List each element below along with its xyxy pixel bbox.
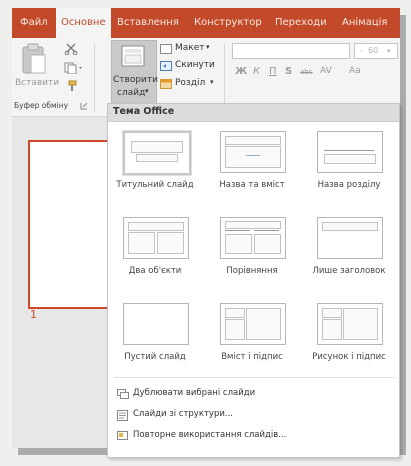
layout-section-header[interactable] xyxy=(317,131,383,173)
font-size-box[interactable]: - 60 ▾ xyxy=(354,43,398,59)
layout-content-with-caption[interactable] xyxy=(220,303,286,345)
new-slide-dropdown: Тема Office Титульний слайд Назва та вмі… xyxy=(107,103,400,458)
dialog-launcher-icon[interactable] xyxy=(80,102,88,110)
slide-thumbnail[interactable] xyxy=(28,140,112,309)
tab-design[interactable]: Конструктор xyxy=(194,8,262,38)
duplicate-icon xyxy=(117,389,129,399)
section-chevron-icon: ▾ xyxy=(210,78,214,86)
layout-label: Рисунок і підпис xyxy=(312,352,386,362)
layout-label: Порівняння xyxy=(226,266,278,276)
slides-from-outline-item[interactable]: Слайди зі структури... xyxy=(108,406,399,424)
layout-blank[interactable] xyxy=(123,303,189,345)
cut-icon[interactable] xyxy=(64,43,78,55)
layout-label: Титульний слайд xyxy=(116,180,194,190)
menu-separator xyxy=(114,377,395,378)
font-name-box[interactable] xyxy=(232,43,350,59)
clipboard-group-label: Буфер обміну xyxy=(14,101,69,110)
duplicate-slides-label: Дублювати вибрані слайди xyxy=(133,388,256,398)
slide-number: 1 xyxy=(30,308,37,321)
reuse-slides-label: Повторне використання слайдів... xyxy=(133,430,287,440)
reuse-icon xyxy=(117,431,128,440)
new-slide-button[interactable]: Створити слайд ▾ xyxy=(111,40,158,108)
layout-comparison[interactable] xyxy=(220,217,286,259)
duplicate-slides-item[interactable]: Дублювати вибрані слайди xyxy=(108,385,399,403)
tab-insert[interactable]: Вставлення xyxy=(117,8,179,38)
layout-picture-with-caption[interactable] xyxy=(317,303,383,345)
section-icon xyxy=(160,79,172,89)
italic-button[interactable]: К xyxy=(253,66,260,77)
layout-label: Лише заголовок xyxy=(312,266,386,276)
underline-button[interactable]: П xyxy=(269,66,277,77)
layout-label: Вміст і підпис xyxy=(221,352,283,362)
layout-icon xyxy=(160,44,172,54)
layout-label: Назва розділу xyxy=(317,180,381,190)
paste-icon[interactable] xyxy=(20,42,48,76)
ribbon-tab-bar: Файл Основне Вставлення Конструктор Пере… xyxy=(12,8,400,38)
layout-two-content[interactable] xyxy=(123,217,189,259)
section-button[interactable]: Розділ xyxy=(175,78,205,88)
strike-s-button[interactable]: S xyxy=(285,66,292,77)
reset-button[interactable]: Скинути xyxy=(175,60,215,70)
layout-label: Два об'єкти xyxy=(128,266,182,276)
theme-header: Тема Office xyxy=(108,104,399,122)
tab-transitions[interactable]: Переходи xyxy=(275,8,327,38)
tab-animations[interactable]: Анімація xyxy=(342,8,387,38)
change-case-button[interactable]: Aa xyxy=(349,66,361,76)
new-slide-label-1: Створити xyxy=(113,75,158,85)
paste-button[interactable]: Вставити xyxy=(15,78,59,88)
copy-icon[interactable] xyxy=(64,62,84,74)
bold-button[interactable]: Ж xyxy=(235,66,247,77)
char-spacing-button[interactable]: AV xyxy=(320,66,332,76)
layout-button[interactable]: Макет xyxy=(175,43,205,53)
layout-label: Пустий слайд xyxy=(124,352,186,362)
layout-title-slide[interactable] xyxy=(122,130,192,176)
font-size-value: 60 xyxy=(368,46,379,55)
chevron-down-icon: ▾ xyxy=(145,87,149,95)
tab-home[interactable]: Основне xyxy=(56,8,111,38)
new-slide-label-2: слайд xyxy=(117,88,146,98)
new-slide-icon xyxy=(121,45,145,67)
slides-from-outline-label: Слайди зі структури... xyxy=(133,409,233,419)
font-size-chevron: - xyxy=(359,46,362,55)
theme-title: Тема Office xyxy=(113,106,175,117)
layout-chevron-icon: ▾ xyxy=(206,43,210,51)
font-size-dropdown-icon: ▾ xyxy=(387,47,391,55)
outline-icon xyxy=(117,410,128,421)
tab-file[interactable]: Файл xyxy=(20,8,48,38)
ribbon-separator xyxy=(94,44,95,112)
layout-label: Назва та вміст xyxy=(219,180,285,190)
strikethrough-button[interactable]: abc xyxy=(300,68,313,76)
format-painter-icon[interactable] xyxy=(64,80,78,92)
layout-title-and-content[interactable] xyxy=(220,131,286,173)
ribbon-separator xyxy=(224,44,225,112)
reuse-slides-item[interactable]: Повторне використання слайдів... xyxy=(108,427,399,445)
layout-title-only[interactable] xyxy=(317,217,383,259)
reset-icon xyxy=(160,61,172,71)
